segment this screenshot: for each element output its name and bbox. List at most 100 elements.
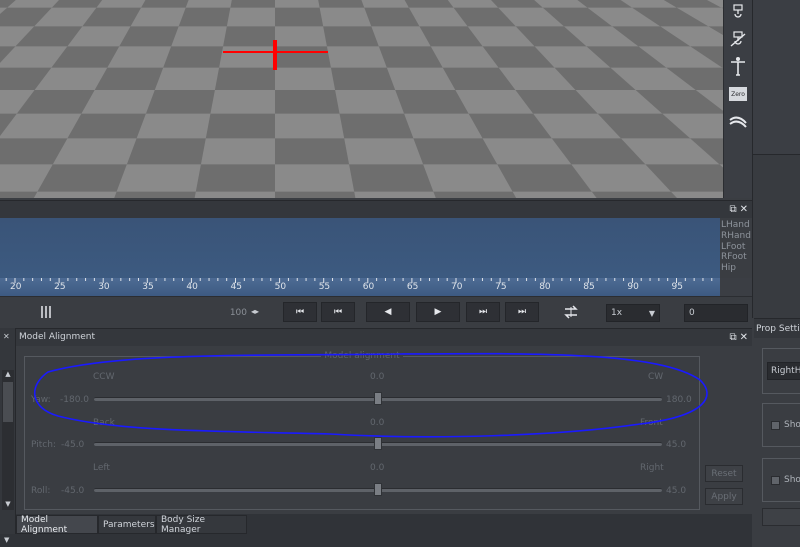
zero-icon[interactable]: Zero [728, 84, 748, 104]
foot-contact-icon[interactable] [728, 112, 748, 132]
bone-label-list: LHand RHand LFoot RFoot Hip [720, 220, 752, 278]
ruler-tick-label: 60 [362, 282, 375, 292]
ruler-tick-label: 35 [142, 282, 154, 292]
yaw-value: 0.0 [370, 372, 385, 382]
ruler-tick-label: 40 [186, 282, 198, 292]
pitch-left-hint: Back [93, 418, 115, 428]
show-checkbox[interactable] [771, 421, 780, 430]
end-frame-field[interactable]: 100 [222, 304, 250, 322]
yaw-right-hint: CW [648, 372, 664, 382]
ruler-tick-label: 95 [671, 282, 683, 292]
reset-button[interactable]: Reset [705, 465, 743, 482]
ruler-right-spacer [720, 278, 752, 296]
show-label: Sho [784, 475, 800, 485]
close-icon[interactable]: ✕ [3, 332, 10, 341]
roll-right-hint: Right [640, 463, 664, 473]
speed-select[interactable]: 1x ▼ [606, 304, 660, 322]
ruler-tick-label: 20 [10, 282, 22, 292]
ruler-tick-label: 85 [583, 282, 595, 292]
play-reverse-button[interactable]: ◀ [366, 302, 410, 322]
pitch-right-hint: Front [640, 418, 663, 428]
roll-min: -45.0 [61, 486, 85, 496]
ruler-tick-label: 55 [318, 282, 331, 292]
ruler-tick-label: 80 [539, 282, 551, 292]
panel-left-scroll-strip: ✕ ▲ ▼ [0, 328, 16, 547]
bottom-strip: ▼ [0, 534, 752, 547]
pitch-max: 45.0 [666, 440, 687, 450]
side-panel-top [752, 0, 800, 155]
current-frame-field[interactable]: 0 [684, 304, 748, 322]
loop-icon[interactable] [558, 302, 584, 322]
3d-viewport[interactable] [0, 0, 723, 198]
close-icon[interactable]: ✕ [740, 204, 748, 215]
apply-button[interactable]: Apply [705, 488, 743, 505]
bone-label: LHand [721, 220, 750, 230]
ruler-tick-label: 45 [230, 282, 242, 292]
close-icon[interactable]: ✕ [740, 332, 748, 343]
ruler-tick-label: 70 [451, 282, 463, 292]
play-button[interactable]: ▶ [416, 302, 460, 322]
next-key-button[interactable]: ⏭︎ [466, 302, 500, 322]
panel-title: Model Alignment [19, 332, 95, 342]
timeline-ruler[interactable]: 20 25 30 35 40 45 50 55 60 65 70 75 80 85 90 95 [0, 278, 720, 296]
show-label: Sho [784, 420, 800, 430]
end-frame-stepper-icon[interactable]: ◂▸ [251, 307, 259, 316]
scrollbar[interactable]: ▲ ▼ [2, 370, 14, 510]
tab-model-alignment[interactable]: Model Alignment [16, 515, 98, 535]
chevron-down-icon: ▼ [648, 308, 655, 318]
roll-max: 45.0 [666, 486, 687, 496]
bone-label: Hip [721, 263, 736, 274]
ruler-tick-label: 25 [54, 282, 66, 292]
yaw-min: -180.0 [60, 395, 90, 405]
float-window-icon[interactable]: ⧉ [729, 204, 736, 215]
group-title: Model alignment [321, 351, 403, 361]
roll-label: Roll: [31, 486, 51, 496]
prop-button[interactable] [762, 508, 800, 526]
yaw-label: Yaw: [31, 395, 51, 405]
prop-settings-header: Prop Setti [754, 318, 800, 338]
tab-body-size-manager[interactable]: Body Size Manager [156, 515, 247, 535]
model-alignment-header: Model Alignment ⧉ ✕ [16, 328, 752, 346]
ruler-tick-label: 75 [495, 282, 507, 292]
roll-value: 0.0 [370, 463, 385, 473]
scroll-down-icon[interactable]: ▼ [2, 500, 14, 510]
ruler-tick-label: 90 [627, 282, 639, 292]
bone-label: RHand [721, 230, 751, 241]
ruler-tick-label: 30 [98, 282, 110, 292]
speed-value: 1x [611, 308, 623, 318]
timeline-drag-handle-icon[interactable] [41, 306, 51, 321]
zero-icon-label: Zero [729, 87, 747, 101]
roll-left-hint: Left [93, 463, 110, 473]
panel-title: Prop Setti [756, 324, 800, 334]
playback-bar: 100 ◂▸ ⏮ ⏮︎ ◀ ▶ ⏭︎ ⏭ 1x ▼ 0 [0, 296, 752, 328]
pitch-slider-handle[interactable] [374, 437, 382, 450]
scroll-up-icon[interactable]: ▲ [2, 370, 14, 380]
mocap-device-calibrate-icon[interactable] [728, 30, 748, 50]
timeline-header: ⧉ ✕ [0, 200, 752, 218]
tab-parameters[interactable]: Parameters [98, 515, 156, 534]
chevron-down-icon[interactable]: ▼ [4, 536, 9, 544]
ruler-tick-label: 65 [406, 282, 419, 292]
bone-label: RFoot [721, 252, 747, 263]
mocap-device-icon[interactable] [728, 3, 748, 23]
checkerboard-floor [0, 0, 723, 198]
prop-show-group-2: Sho [762, 458, 800, 502]
pitch-label: Pitch: [31, 440, 56, 450]
previous-key-button[interactable]: ⏮︎ [321, 302, 355, 322]
timeline-track[interactable] [0, 218, 720, 278]
go-to-end-button[interactable]: ⏭ [505, 302, 539, 322]
float-window-icon[interactable]: ⧉ [729, 332, 736, 343]
right-toolbar: Zero [723, 0, 752, 198]
pitch-value: 0.0 [370, 418, 385, 428]
ruler-tick-label: 50 [274, 282, 287, 292]
bone-select[interactable]: RightHa [767, 362, 800, 380]
prop-show-group-1: Sho [762, 403, 800, 447]
scrollbar-thumb[interactable] [3, 382, 13, 422]
side-panel-middle [752, 155, 800, 318]
show-checkbox[interactable] [771, 476, 780, 485]
go-to-start-button[interactable]: ⏮ [283, 302, 317, 322]
roll-slider-handle[interactable] [374, 483, 382, 496]
t-pose-icon[interactable] [728, 56, 748, 76]
yaw-slider-handle[interactable] [374, 392, 382, 405]
yaw-left-hint: CCW [93, 372, 115, 382]
